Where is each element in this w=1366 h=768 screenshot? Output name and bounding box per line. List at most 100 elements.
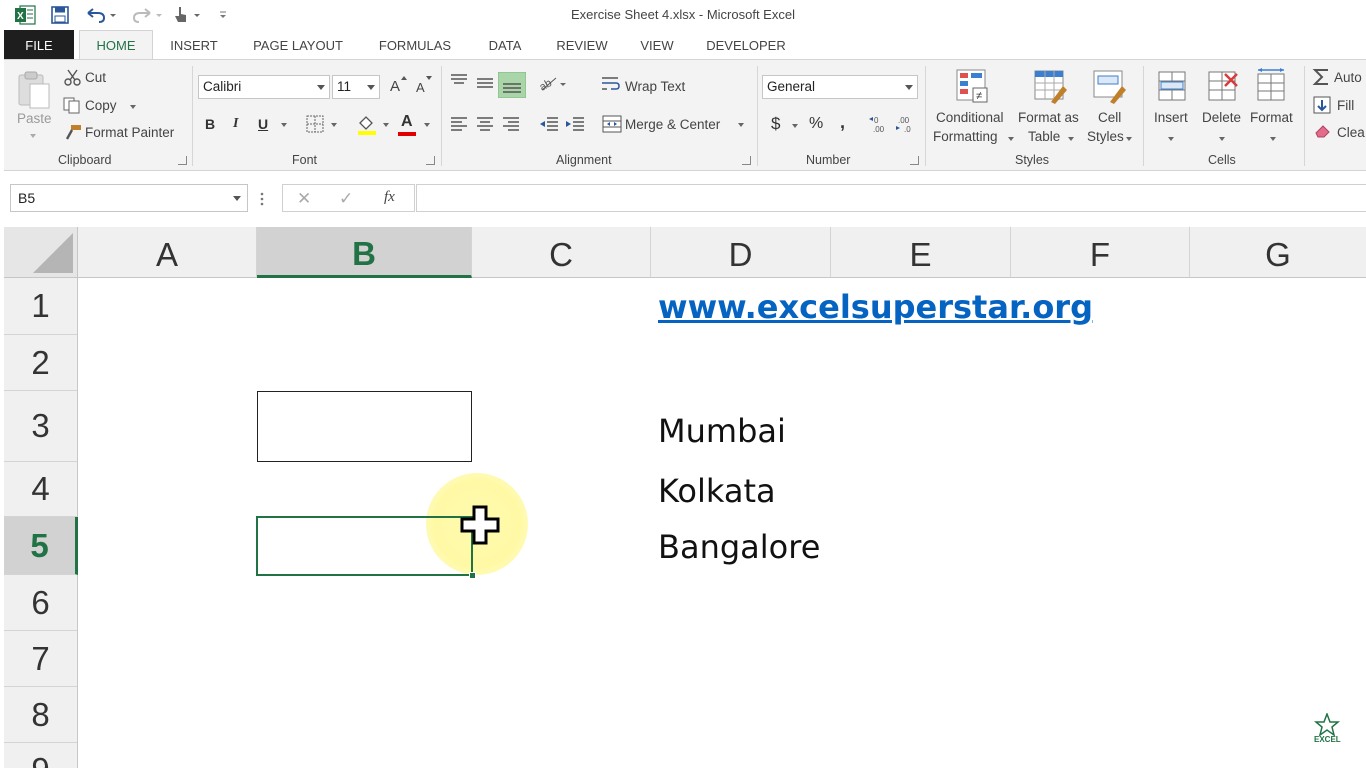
cell-styles-icon[interactable] <box>1092 68 1128 106</box>
clipboard-launcher-icon[interactable] <box>178 156 187 165</box>
align-right-icon[interactable] <box>502 116 520 132</box>
copy-icon[interactable] <box>62 96 82 114</box>
merge-center-icon[interactable] <box>602 114 622 134</box>
cell-d1[interactable]: www.excelsuperstar.org <box>658 288 1093 326</box>
align-middle-icon[interactable] <box>476 75 494 91</box>
clear-button[interactable]: Clea <box>1337 125 1365 140</box>
align-bottom-icon[interactable] <box>498 72 526 98</box>
align-left-icon[interactable] <box>450 116 468 132</box>
row-header-9[interactable]: 9 <box>4 743 78 768</box>
cell-d5[interactable]: Bangalore <box>658 528 820 566</box>
underline-dropdown-icon[interactable] <box>281 123 287 127</box>
conditional-formatting-icon[interactable]: ≠ <box>955 68 991 106</box>
italic-button[interactable]: I <box>233 116 238 132</box>
font-color-button[interactable]: A <box>401 113 413 131</box>
cut-button[interactable]: Cut <box>85 70 106 85</box>
paste-dropdown-icon[interactable] <box>30 134 36 138</box>
select-all-button[interactable] <box>4 227 78 278</box>
cell-d3[interactable]: Mumbai <box>658 412 786 450</box>
row-header-3[interactable]: 3 <box>4 391 78 462</box>
delete-cells-icon[interactable] <box>1205 68 1241 106</box>
cancel-formula-button[interactable]: ✕ <box>297 189 311 209</box>
cell-styles-dropdown-icon[interactable] <box>1126 137 1132 141</box>
fill-color-icon[interactable] <box>356 113 378 135</box>
tab-formulas[interactable]: FORMULAS <box>370 30 460 60</box>
autosum-button[interactable]: Auto <box>1334 70 1362 85</box>
conditional-formatting-button[interactable]: Conditional <box>936 110 1004 125</box>
align-center-icon[interactable] <box>476 116 494 132</box>
number-launcher-icon[interactable] <box>910 156 919 165</box>
tab-file[interactable]: FILE <box>4 30 74 60</box>
column-header-f[interactable]: F <box>1011 227 1190 278</box>
orientation-icon[interactable]: ab <box>538 74 568 94</box>
autosum-icon[interactable] <box>1312 68 1332 86</box>
borders-icon[interactable] <box>306 115 324 133</box>
shrink-font-button[interactable]: A <box>416 80 425 95</box>
row-header-5[interactable]: 5 <box>4 517 78 575</box>
format-painter-icon[interactable] <box>63 123 83 141</box>
merge-dropdown-icon[interactable] <box>738 123 744 127</box>
decrease-indent-icon[interactable] <box>539 116 559 132</box>
cell-d4[interactable]: Kolkata <box>658 472 776 510</box>
cut-icon[interactable] <box>64 68 82 86</box>
active-cell-b5[interactable] <box>256 516 473 576</box>
font-color-dropdown-icon[interactable] <box>424 123 430 127</box>
tab-home[interactable]: HOME <box>79 30 153 60</box>
column-header-c[interactable]: C <box>472 227 651 278</box>
format-cells-icon[interactable] <box>1254 68 1290 106</box>
cell-styles-button[interactable]: Cell <box>1098 110 1121 125</box>
tab-insert[interactable]: INSERT <box>162 30 226 60</box>
comma-button[interactable]: , <box>840 112 845 133</box>
conditional-formatting-dropdown-icon[interactable] <box>1008 137 1014 141</box>
more-options-icon[interactable] <box>260 192 264 206</box>
fill-icon[interactable] <box>1313 96 1331 114</box>
align-top-icon[interactable] <box>450 73 468 89</box>
fill-button[interactable]: Fill <box>1337 98 1354 113</box>
row-header-6[interactable]: 6 <box>4 575 78 631</box>
wrap-text-button[interactable]: Wrap Text <box>625 79 685 94</box>
formula-input[interactable] <box>416 184 1366 212</box>
format-cells-dropdown-icon[interactable] <box>1270 137 1276 141</box>
delete-cells-dropdown-icon[interactable] <box>1219 137 1225 141</box>
fill-color-dropdown-icon[interactable] <box>383 123 389 127</box>
font-name-combo[interactable]: Calibri <box>198 75 330 99</box>
tab-data[interactable]: DATA <box>478 30 532 60</box>
decrease-decimal-icon[interactable]: .00.0 <box>895 114 917 134</box>
row-header-1[interactable]: 1 <box>4 278 78 335</box>
font-launcher-icon[interactable] <box>426 156 435 165</box>
increase-decimal-icon[interactable]: 0.00 <box>868 114 890 134</box>
cell-b3[interactable] <box>257 391 472 462</box>
insert-cells-dropdown-icon[interactable] <box>1168 137 1174 141</box>
clear-icon[interactable] <box>1313 123 1333 139</box>
worksheet-grid[interactable]: A B C D E F G 1 2 3 4 5 6 7 8 9 www.exce… <box>4 227 1366 768</box>
format-as-table-icon[interactable] <box>1033 68 1069 106</box>
bold-button[interactable]: B <box>205 116 215 132</box>
row-header-8[interactable]: 8 <box>4 687 78 743</box>
format-as-table-dropdown-icon[interactable] <box>1068 137 1074 141</box>
copy-button[interactable]: Copy <box>85 98 117 113</box>
fill-handle[interactable] <box>469 572 476 579</box>
column-header-b[interactable]: B <box>257 227 472 278</box>
number-format-combo[interactable]: General <box>762 75 918 99</box>
currency-button[interactable]: $ <box>771 114 780 134</box>
format-as-table-button[interactable]: Format as <box>1018 110 1079 125</box>
underline-button[interactable]: U <box>258 116 268 132</box>
row-header-2[interactable]: 2 <box>4 335 78 391</box>
merge-center-button[interactable]: Merge & Center <box>625 117 720 132</box>
tab-developer[interactable]: DEVELOPER <box>700 30 792 60</box>
currency-dropdown-icon[interactable] <box>792 124 798 128</box>
paste-icon[interactable] <box>16 70 52 110</box>
tab-review[interactable]: REVIEW <box>550 30 614 60</box>
grow-font-button[interactable]: A <box>390 78 400 95</box>
tab-view[interactable]: VIEW <box>632 30 682 60</box>
row-header-7[interactable]: 7 <box>4 631 78 687</box>
wrap-text-icon[interactable] <box>601 75 621 93</box>
percent-button[interactable]: % <box>809 115 823 133</box>
tab-page-layout[interactable]: PAGE LAYOUT <box>244 30 352 60</box>
paste-button[interactable]: Paste <box>17 111 52 126</box>
alignment-launcher-icon[interactable] <box>742 156 751 165</box>
format-cells-button[interactable]: Format <box>1250 110 1293 125</box>
font-size-combo[interactable]: 11 <box>332 75 380 99</box>
insert-cells-button[interactable]: Insert <box>1154 110 1188 125</box>
column-header-g[interactable]: G <box>1190 227 1366 278</box>
